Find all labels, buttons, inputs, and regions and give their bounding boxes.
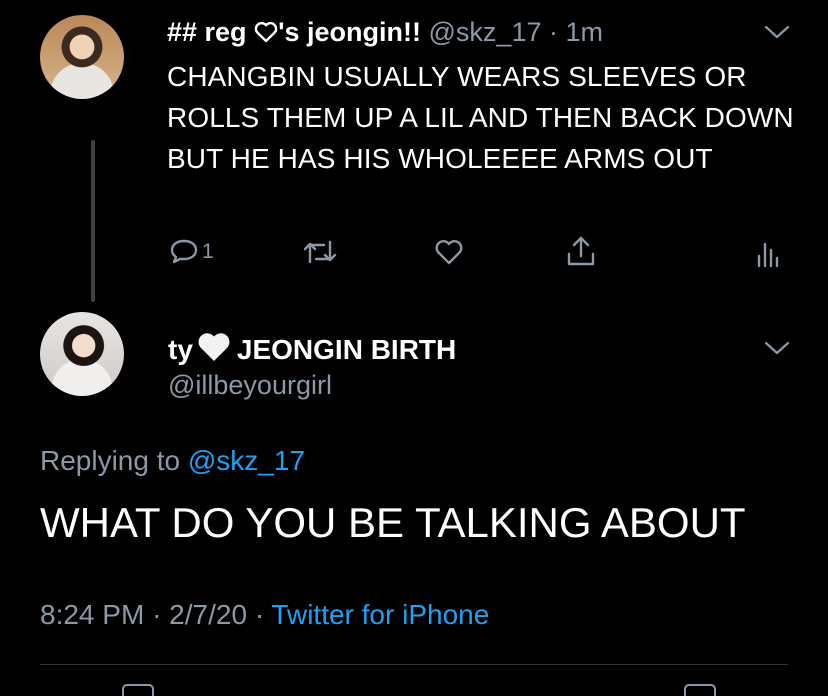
parent-tweet-text: CHANGBIN USUALLY WEARS SLEEVES OR ROLLS … (167, 61, 794, 174)
divider (40, 664, 788, 665)
meta-separator: · (254, 599, 265, 630)
tweet-meta: 8:24 PM · 2/7/20 · Twitter for iPhone (40, 598, 489, 632)
parent-name-text: ## reg (167, 17, 247, 47)
share-button[interactable] (565, 234, 597, 268)
chevron-down-icon[interactable] (764, 24, 790, 40)
next-row-icon-edge (684, 684, 716, 696)
next-row-icon-edge (122, 684, 154, 696)
share-icon (567, 236, 595, 266)
parent-name-suffix: 's jeongin!! (278, 17, 421, 47)
parent-separator: · (549, 17, 558, 47)
main-handle[interactable]: @illbeyourgirl (168, 369, 332, 401)
main-tweet-text: WHAT DO YOU BE TALKING ABOUT (40, 499, 746, 546)
like-button[interactable] (433, 236, 465, 268)
retweet-button[interactable] (302, 236, 338, 268)
like-icon (435, 240, 463, 265)
heart-outline-icon (254, 21, 278, 43)
tweet-time: 8:24 PM (40, 599, 145, 630)
chevron-down-icon[interactable] (764, 340, 790, 356)
replying-mention-link[interactable]: @skz_17 (188, 445, 305, 476)
retweet-icon (303, 240, 337, 264)
main-name-suffix: JEONGIN BIRTH (236, 334, 457, 365)
tweet-source-link[interactable]: Twitter for iPhone (271, 599, 489, 630)
tweet-date: 2/7/20 (169, 599, 248, 630)
main-avatar[interactable] (40, 312, 124, 396)
replying-label: Replying to (40, 445, 181, 476)
reply-count: 1 (202, 240, 214, 263)
parent-avatar[interactable] (40, 15, 124, 99)
parent-display-name[interactable]: ## reg 's jeongin!! (167, 17, 421, 47)
white-heart-icon (198, 333, 230, 361)
parent-header: ## reg 's jeongin!! @skz_17 · 1m (167, 16, 603, 48)
parent-timestamp[interactable]: 1m (566, 17, 604, 47)
parent-handle[interactable]: @skz_17 (429, 17, 542, 47)
analytics-button[interactable] (755, 236, 781, 268)
analytics-icon (757, 242, 779, 268)
main-display-name[interactable]: ty JEONGIN BIRTH (168, 331, 456, 367)
main-name-prefix: ty (168, 334, 193, 365)
reply-icon (170, 239, 198, 264)
parent-actions: 1 (0, 232, 828, 272)
reply-button[interactable]: 1 (168, 236, 214, 268)
replying-to: Replying to @skz_17 (40, 444, 305, 478)
thread-line (91, 140, 95, 302)
meta-separator: · (152, 599, 162, 630)
